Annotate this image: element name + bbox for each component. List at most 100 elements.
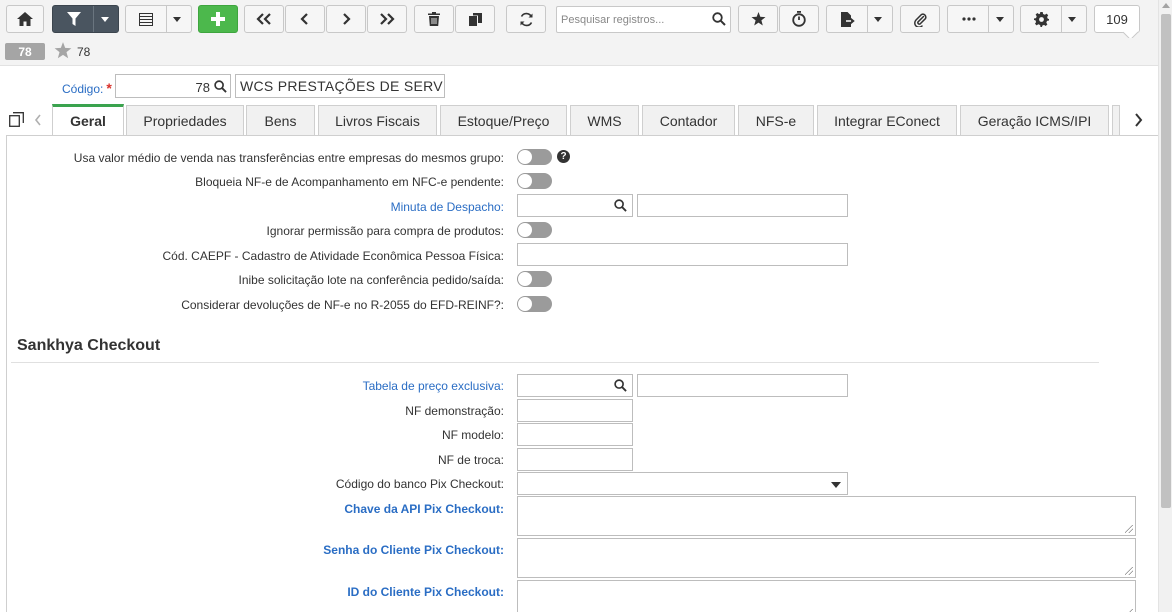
export-dropdown-caret[interactable]	[874, 16, 882, 22]
tab-livros-fiscais[interactable]: Livros Fiscais	[318, 105, 437, 135]
delete-button[interactable]	[414, 5, 454, 33]
minuta-description-input[interactable]	[637, 194, 848, 217]
codigo-banco-select[interactable]	[517, 472, 848, 495]
search-icon[interactable]	[214, 80, 227, 93]
copy-icon	[468, 12, 482, 26]
chevron-left-icon	[300, 13, 308, 25]
home-icon	[17, 12, 33, 26]
section-divider	[11, 362, 1099, 363]
bloqueia-nfe-toggle[interactable]	[517, 173, 552, 189]
considerar-devolucoes-toggle[interactable]	[517, 296, 552, 312]
star-icon[interactable]	[54, 42, 72, 59]
minuta-code-input[interactable]	[517, 194, 633, 217]
tab-bar: Geral Propriedades Bens Livros Fiscais E…	[0, 104, 1158, 135]
ignorar-permissao-label: Ignorar permissão para compra de produto…	[266, 224, 504, 238]
search-icon[interactable]	[712, 12, 726, 26]
nf-modelo-label: NF modelo:	[441, 428, 504, 442]
tab-bens[interactable]: Bens	[246, 105, 315, 135]
more-actions-button[interactable]	[947, 5, 1014, 33]
star-icon	[751, 12, 765, 26]
view-dropdown-caret[interactable]	[173, 16, 181, 22]
considerar-devolucoes-label: Considerar devoluções de NF-e no R-2055 …	[181, 298, 504, 312]
code-input[interactable]: 78	[115, 74, 231, 98]
tab-nfs-e[interactable]: NFS-e	[738, 105, 814, 135]
senha-cliente-textarea[interactable]	[517, 538, 1136, 578]
inibe-lote-label: Inibe solicitação lote na conferência pe…	[238, 273, 504, 287]
toolbar: 109	[0, 0, 1158, 38]
code-value: 78	[195, 80, 210, 95]
timer-button[interactable]	[779, 5, 819, 33]
previous-record-button[interactable]	[285, 5, 325, 33]
copy-icon[interactable]	[9, 112, 24, 127]
tab-contador[interactable]: Contador	[642, 105, 735, 135]
chevron-down-icon	[831, 482, 841, 488]
export-button[interactable]	[826, 5, 893, 33]
add-button[interactable]	[198, 5, 238, 33]
filter-icon	[67, 12, 81, 26]
tabs-scroll-right[interactable]	[1120, 104, 1156, 135]
search-icon[interactable]	[614, 379, 627, 392]
chave-api-textarea[interactable]	[517, 496, 1136, 536]
nf-demonstracao-input[interactable]	[517, 399, 633, 422]
attach-button[interactable]	[900, 5, 940, 33]
page-scrollbar[interactable]	[1158, 0, 1172, 612]
tab-overflow[interactable]	[1112, 105, 1120, 135]
file-export-icon	[841, 11, 855, 27]
grid-view-button[interactable]	[125, 5, 192, 33]
ignorar-permissao-toggle[interactable]	[517, 222, 552, 238]
scroll-thumb[interactable]	[1161, 14, 1171, 508]
tab-geracao-icms-ipi[interactable]: Geração ICMS/IPI	[960, 105, 1109, 135]
tabela-preco-description-input[interactable]	[637, 374, 848, 397]
nf-modelo-input[interactable]	[517, 423, 633, 446]
caepf-input[interactable]	[517, 243, 848, 266]
stopwatch-icon	[792, 11, 806, 27]
search-icon[interactable]	[614, 199, 627, 212]
record-badge: 78	[5, 43, 45, 60]
record-favorite-number: 78	[77, 45, 91, 59]
settings-button[interactable]	[1020, 5, 1087, 33]
help-icon[interactable]: ?	[557, 150, 570, 163]
more-dropdown-caret[interactable]	[996, 16, 1004, 22]
last-record-button[interactable]	[367, 5, 407, 33]
trash-icon	[428, 12, 440, 26]
search-input[interactable]	[557, 7, 707, 32]
tab-integrar-econect[interactable]: Integrar EConect	[817, 105, 957, 135]
favorite-button[interactable]	[738, 5, 778, 33]
valor-medio-label: Usa valor médio de venda nas transferênc…	[73, 151, 504, 165]
paperclip-icon	[913, 12, 927, 27]
home-button[interactable]	[6, 5, 44, 33]
double-chevron-left-icon	[256, 13, 271, 25]
section-title-checkout: Sankhya Checkout	[17, 337, 161, 354]
grid-view-icon	[139, 12, 153, 26]
minuta-label[interactable]: Minuta de Despacho:	[391, 200, 504, 214]
required-mark: *	[106, 80, 112, 96]
record-bar: 78 78	[0, 38, 1158, 66]
caepf-label: Cód. CAEPF - Cadastro de Atividade Econô…	[162, 249, 505, 263]
duplicate-button[interactable]	[455, 5, 495, 33]
nf-troca-input[interactable]	[517, 448, 633, 471]
senha-cliente-label: Senha do Cliente Pix Checkout:	[323, 543, 504, 557]
double-chevron-right-icon	[380, 13, 395, 25]
tabela-preco-code-input[interactable]	[517, 374, 633, 397]
tab-geral[interactable]: Geral	[52, 104, 124, 135]
tabela-preco-label[interactable]: Tabela de preço exclusiva:	[363, 379, 504, 393]
inibe-lote-toggle[interactable]	[517, 271, 552, 287]
filter-button[interactable]	[52, 5, 119, 33]
codigo-banco-label: Código do banco Pix Checkout:	[335, 477, 504, 491]
tab-propriedades[interactable]: Propriedades	[126, 105, 244, 135]
chevron-left-icon[interactable]	[34, 114, 42, 126]
id-cliente-textarea[interactable]	[517, 580, 1136, 612]
company-name-input[interactable]: WCS PRESTAÇÕES DE SERVIÇOS	[235, 74, 445, 98]
next-record-button[interactable]	[326, 5, 366, 33]
id-cliente-label: ID do Cliente Pix Checkout:	[347, 585, 504, 599]
refresh-icon	[520, 12, 532, 26]
record-count: 109	[1094, 5, 1140, 33]
tab-estoque-preco[interactable]: Estoque/Preço	[440, 105, 567, 135]
tab-wms[interactable]: WMS	[570, 105, 639, 135]
refresh-button[interactable]	[506, 5, 546, 33]
scroll-up-arrow[interactable]	[1162, 3, 1170, 8]
valor-medio-toggle[interactable]	[517, 149, 552, 165]
settings-dropdown-caret[interactable]	[1068, 16, 1076, 22]
filter-dropdown-caret[interactable]	[101, 16, 109, 22]
first-record-button[interactable]	[244, 5, 284, 33]
